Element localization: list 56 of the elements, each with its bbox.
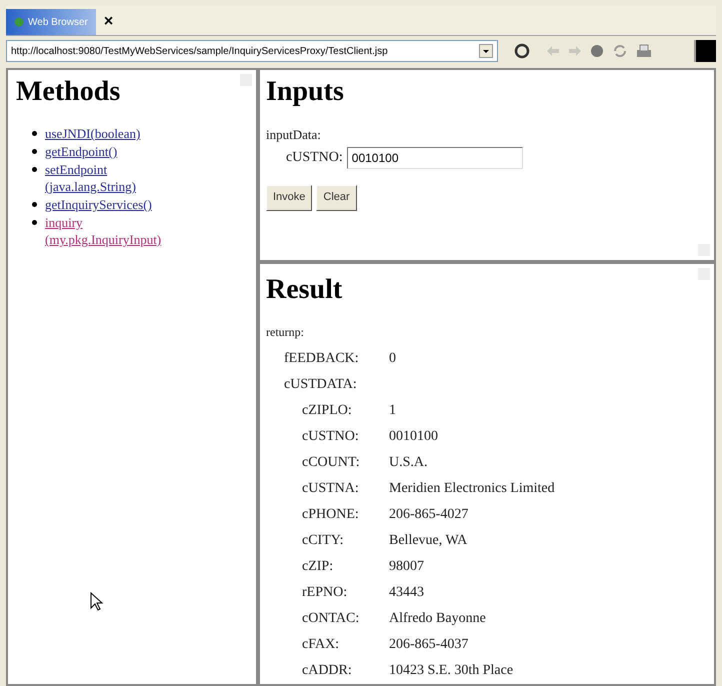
result-label: returnp: (266, 324, 304, 341)
close-button[interactable]: × (104, 14, 114, 30)
result-label: cCITY: (302, 532, 344, 550)
form-button[interactable]: Invoke (266, 184, 312, 210)
url-field[interactable]: http://localhost:9080/TestMyWebServices/sample/InquiryServicesProxy/TestClient.jsp (6, 40, 498, 62)
group-label: inputData: (266, 126, 322, 144)
result-label: cADDR: (302, 662, 353, 680)
bullet-icon (32, 131, 37, 136)
result-value: 206-865-4037 (389, 636, 468, 654)
forward-arrow-icon[interactable] (568, 45, 582, 57)
result-value: 0010100 (389, 428, 438, 446)
result-value: 43443 (389, 584, 424, 602)
browser-tab[interactable]: Web Browser (6, 9, 96, 35)
bullet-icon (32, 220, 37, 225)
result-label: fEEDBACK: (284, 350, 360, 368)
print-icon[interactable] (636, 44, 652, 58)
result-value: 98007 (389, 558, 424, 576)
pane-heading: Result (266, 273, 342, 307)
result-value: 206-865-4027 (389, 506, 468, 524)
globe-icon (14, 17, 24, 27)
bullet-icon (32, 202, 37, 207)
result-label: cUSTNA: (302, 480, 360, 498)
bullet-icon (32, 167, 37, 172)
bullet-icon (32, 149, 37, 154)
result-value: 10423 S.E. 30th Place (389, 662, 514, 680)
result-label: cZIPLO: (302, 402, 353, 420)
result-label: cONTAC: (302, 610, 360, 628)
result-label: cZIP: (302, 558, 334, 576)
stop-icon[interactable] (590, 44, 604, 58)
method-link[interactable]: setEndpoint (java.lang.String) (45, 161, 136, 195)
result-value: U.S.A. (389, 454, 428, 472)
result-label: cPHONE: (302, 506, 360, 524)
field-label: cUSTNO: (286, 149, 343, 167)
result-value: 0 (389, 350, 396, 368)
result-label: cFAX: (302, 636, 340, 654)
method-link[interactable]: getEndpoint() (45, 143, 118, 160)
refresh-icon[interactable] (612, 44, 628, 58)
result-label: cUSTDATA: (284, 376, 358, 394)
back-arrow-icon[interactable] (546, 45, 560, 57)
method-link[interactable]: inquiry (my.pkg.InquiryInput) (45, 214, 162, 248)
result-value: Meridien Electronics Limited (389, 480, 555, 498)
method-link[interactable]: useJNDI(boolean) (45, 125, 140, 142)
input-field[interactable]: 0010100 (346, 146, 523, 168)
cursor-icon (90, 592, 104, 612)
dropdown-icon[interactable] (479, 44, 493, 58)
pane-heading: Inputs (266, 75, 344, 109)
result-value: Alfredo Bayonne (389, 610, 486, 628)
result-label: cCOUNT: (302, 454, 361, 472)
result-label: cUSTNO: (302, 428, 360, 446)
method-link[interactable]: getInquiryServices() (45, 196, 152, 213)
pane-heading: Methods (16, 75, 120, 109)
result-value: Bellevue, WA (389, 532, 468, 550)
go-icon[interactable] (514, 43, 530, 59)
result-label: rEPNO: (302, 584, 348, 602)
result-value: 1 (389, 402, 396, 420)
form-button[interactable]: Clear (316, 184, 357, 210)
